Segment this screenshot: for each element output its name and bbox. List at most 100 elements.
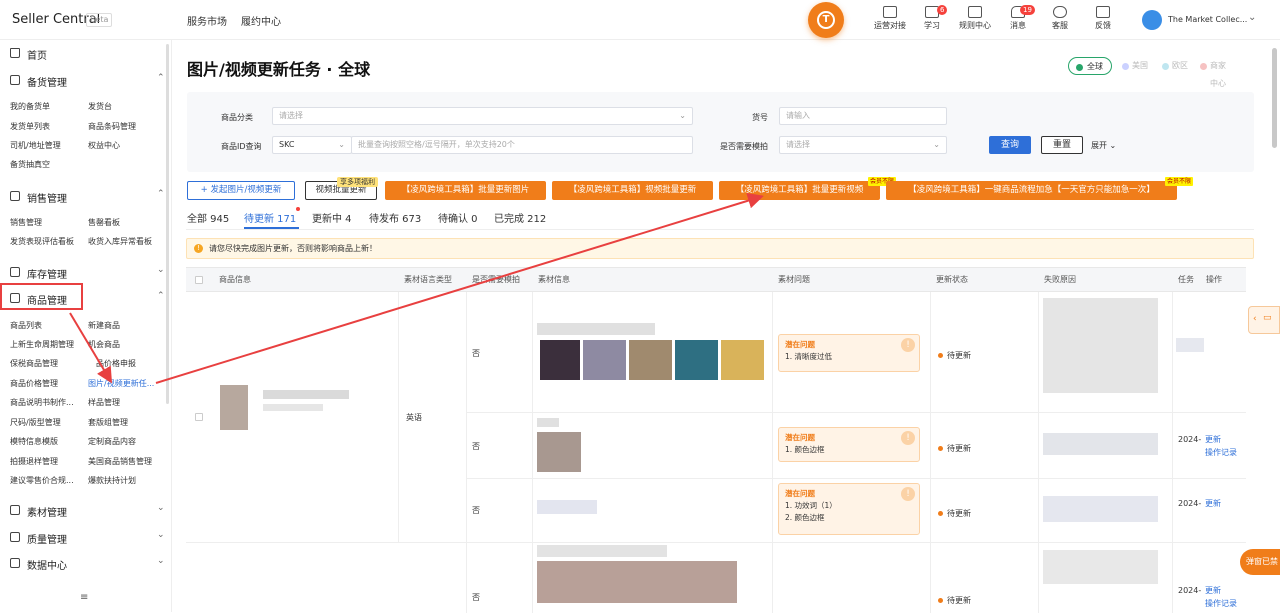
popup-disabled-pill[interactable]: 弹窗已禁 bbox=[1240, 549, 1280, 575]
material-image[interactable] bbox=[583, 340, 626, 380]
operation-log-link[interactable]: 操作记录 bbox=[1205, 598, 1237, 609]
sidebar-item-opportunity[interactable]: 机会商品 bbox=[88, 339, 120, 350]
sidebar-section-home[interactable]: 首页 bbox=[0, 43, 172, 63]
feedback-float-button[interactable]: ‹ ▭ bbox=[1248, 306, 1280, 334]
plugin-toolbox-button[interactable]: T bbox=[808, 2, 844, 38]
tool-feedback[interactable]: 反馈 bbox=[1083, 6, 1123, 31]
material-image[interactable] bbox=[629, 340, 672, 380]
sidebar-item-soldout[interactable]: 售罄看板 bbox=[88, 217, 120, 228]
clipboard-icon bbox=[10, 75, 20, 85]
sidebar-item-us-sales[interactable]: 美国商品销售管理 bbox=[88, 456, 152, 467]
sidebar-item-lifecycle[interactable]: 上新生命周期管理 bbox=[10, 339, 74, 350]
top-bar: Seller Central Beta 服务市场 履约中心 T 运营对接 学习 6… bbox=[0, 0, 1280, 40]
sidebar-section-inventory[interactable]: 库存管理 ⌄ bbox=[0, 262, 172, 282]
sidebar-item-sample[interactable]: 样品管理 bbox=[88, 397, 120, 408]
toolbox-batch-video-button[interactable]: 【凌风跨境工具箱】视频批量更新 bbox=[552, 181, 713, 200]
nav-service-market[interactable]: 服务市场 bbox=[187, 13, 227, 28]
region-us[interactable]: 美国 bbox=[1120, 57, 1148, 75]
sidebar-item-rights-center[interactable]: 权益中心 bbox=[88, 140, 120, 151]
tool-learning[interactable]: 学习 6 bbox=[912, 5, 952, 31]
category-select[interactable]: 请选择 ⌄ bbox=[272, 107, 693, 125]
update-link[interactable]: 更新 bbox=[1205, 585, 1221, 596]
sidebar-item-sample-return[interactable]: 拍摄退样管理 bbox=[10, 456, 58, 467]
region-merchant[interactable]: 商家中心 bbox=[1198, 57, 1228, 88]
sidebar-item-receiving-exception[interactable]: 收货入库异常看板 bbox=[88, 236, 152, 247]
sidebar-item-price-mgmt[interactable]: 商品价格管理 bbox=[10, 378, 58, 389]
sidebar-item-new-goods[interactable]: 新建商品 bbox=[88, 320, 120, 331]
toolbox-batch-update-video-button[interactable]: 【凌风跨境工具箱】批量更新视频 bbox=[719, 181, 880, 200]
chevron-down-icon[interactable]: ⌄ bbox=[1248, 12, 1256, 23]
sidebar-item-driver-address[interactable]: 司机/地址管理 bbox=[10, 140, 61, 151]
tool-operation-contact[interactable]: 运营对接 bbox=[870, 6, 910, 31]
status-dot bbox=[938, 511, 943, 516]
id-query-input[interactable]: 批量查询按照空格/逗号隔开，单次支持20个 bbox=[351, 136, 693, 154]
tab-all[interactable]: 全部 945 bbox=[187, 210, 229, 225]
shop-avatar[interactable] bbox=[1142, 10, 1162, 30]
sidebar-scrollbar[interactable] bbox=[166, 44, 169, 404]
page-title: 图片/视频更新任务 · 全球 bbox=[187, 60, 371, 79]
expand-toggle[interactable]: 展开 ⌄ bbox=[1091, 140, 1116, 151]
product-thumbnail[interactable] bbox=[220, 385, 248, 430]
sidebar-section-stock[interactable]: 备货管理 ⌃ bbox=[0, 70, 172, 90]
tab-pending-update[interactable]: 待更新 171 bbox=[244, 210, 296, 225]
material-image[interactable] bbox=[537, 561, 737, 603]
sidebar-section-quality[interactable]: 质量管理 ⌄ bbox=[0, 527, 172, 547]
sidebar-item-hot-support[interactable]: 爆款扶持计划 bbox=[88, 475, 136, 486]
fail-reason-blurred bbox=[1043, 298, 1158, 393]
update-link[interactable]: 更新 bbox=[1205, 434, 1221, 445]
tab-pending-publish[interactable]: 待发布 673 bbox=[369, 210, 421, 225]
sidebar-section-sales[interactable]: 销售管理 ⌃ bbox=[0, 186, 172, 206]
sidebar-item-barcode[interactable]: 商品条码管理 bbox=[88, 121, 136, 132]
toolbox-batch-image-button[interactable]: 【凌风跨境工具箱】批量更新图片 bbox=[385, 181, 546, 200]
tab-updating[interactable]: 更新中 4 bbox=[312, 210, 352, 225]
material-image[interactable] bbox=[721, 340, 764, 380]
nav-fulfillment-center[interactable]: 履约中心 bbox=[241, 13, 281, 28]
material-title-blurred bbox=[537, 323, 655, 335]
tool-messages[interactable]: 消息 19 bbox=[998, 5, 1038, 31]
need-shoot-select[interactable]: 请选择 ⌄ bbox=[779, 136, 947, 154]
reset-button[interactable]: 重置 bbox=[1041, 136, 1083, 154]
column-divider bbox=[466, 292, 467, 613]
sidebar-item-sales-mgmt[interactable]: 销售管理 bbox=[10, 217, 42, 228]
sidebar-item-size[interactable]: 尺码/版型管理 bbox=[10, 417, 61, 428]
material-image[interactable] bbox=[540, 340, 580, 380]
material-image[interactable] bbox=[675, 340, 718, 380]
update-link[interactable]: 更新 bbox=[1205, 498, 1221, 509]
sidebar-item-shipping-desk[interactable]: 发货台 bbox=[88, 101, 112, 112]
tool-rule-center[interactable]: 规则中心 bbox=[955, 6, 995, 31]
material-image[interactable] bbox=[537, 432, 581, 472]
sidebar-item-shipping-list[interactable]: 发货单列表 bbox=[10, 121, 50, 132]
region-label: 欧区 bbox=[1172, 61, 1188, 70]
sidebar-item-vacuum[interactable]: 备货抽真空 bbox=[10, 159, 50, 170]
tool-customer-service[interactable]: 客服 bbox=[1040, 6, 1080, 31]
sku-input[interactable]: 请输入 bbox=[779, 107, 947, 125]
sidebar-item-manual[interactable]: 商品说明书制作... bbox=[10, 397, 74, 408]
operation-log-link[interactable]: 操作记录 bbox=[1205, 447, 1237, 458]
collapse-sidebar-icon[interactable]: ≡ bbox=[80, 592, 88, 603]
tab-completed[interactable]: 已完成 212 bbox=[494, 210, 546, 225]
sidebar-item-custom-content[interactable]: 定制商品内容 bbox=[88, 436, 136, 447]
sidebar-section-material[interactable]: 素材管理 ⌄ bbox=[0, 500, 172, 520]
sidebar-item-bonded[interactable]: 保税商品管理 bbox=[10, 358, 58, 369]
sidebar-item-my-stock[interactable]: 我的备货单 bbox=[10, 101, 50, 112]
region-global[interactable]: 全球 bbox=[1068, 57, 1112, 75]
sidebar-item-price-declare[interactable]: 品价格申报 bbox=[96, 358, 136, 369]
row-checkbox[interactable] bbox=[195, 413, 203, 421]
row-divider bbox=[466, 412, 1246, 413]
sidebar-item-shipping-eval[interactable]: 发货表现评估看板 bbox=[10, 236, 74, 247]
tab-pending-confirm[interactable]: 待确认 0 bbox=[438, 210, 478, 225]
page-scrollbar[interactable] bbox=[1272, 48, 1277, 148]
region-eu[interactable]: 欧区 bbox=[1160, 57, 1188, 75]
sidebar-item-media-update[interactable]: 图片/视频更新任... bbox=[88, 378, 154, 389]
sidebar-item-goods-list[interactable]: 商品列表 bbox=[10, 320, 42, 331]
sidebar-item-model-template[interactable]: 模特信息模版 bbox=[10, 436, 58, 447]
toolbox-expedite-button[interactable]: 【凌风跨境工具箱】一键商品流程加急【一天官方只能加急一次】 bbox=[886, 181, 1177, 200]
sidebar-item-template-group[interactable]: 套版组管理 bbox=[88, 417, 128, 428]
sidebar-section-data[interactable]: 数据中心 ⌄ bbox=[0, 553, 172, 573]
shop-name[interactable]: The Market Collec... bbox=[1168, 15, 1247, 24]
start-update-button[interactable]: + 发起图片/视频更新 bbox=[187, 181, 295, 200]
select-all-checkbox[interactable] bbox=[195, 276, 203, 284]
id-type-select[interactable]: SKC ⌄ bbox=[272, 136, 352, 154]
query-button[interactable]: 查询 bbox=[989, 136, 1031, 154]
sidebar-item-retail-price[interactable]: 建议零售价合规... bbox=[10, 475, 74, 486]
